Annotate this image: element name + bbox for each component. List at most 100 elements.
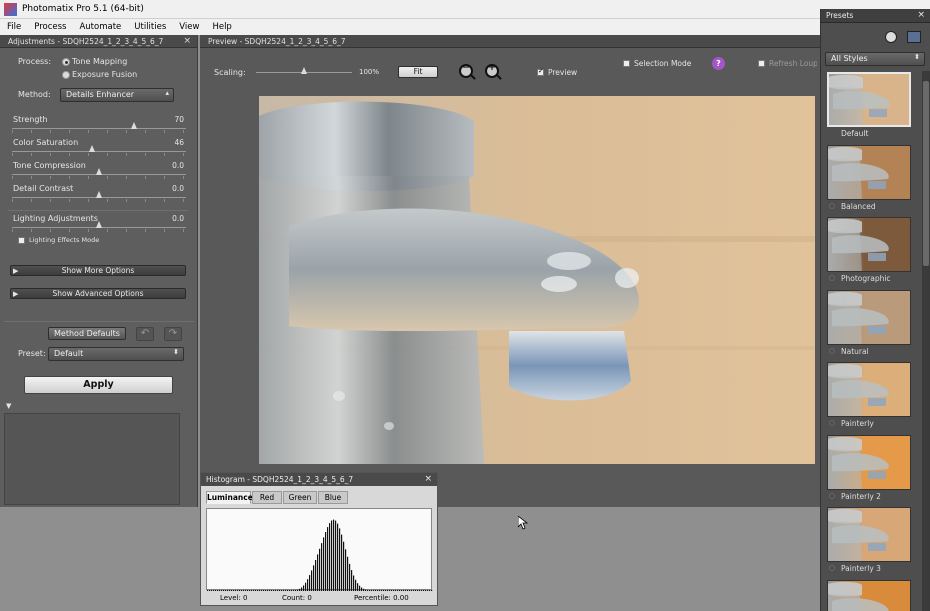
histogram-bar — [283, 589, 285, 591]
preset-thumbnail[interactable] — [827, 144, 911, 200]
menu-utilities[interactable]: Utilities — [127, 19, 172, 32]
preset-label: Painterly 3 — [841, 564, 881, 573]
histogram-bar — [351, 570, 353, 591]
close-icon[interactable]: × — [183, 36, 191, 46]
preset-radio[interactable] — [829, 347, 835, 354]
help-icon[interactable]: ? — [712, 57, 725, 70]
preset-thumbnail[interactable] — [827, 434, 911, 490]
preview-image[interactable] — [259, 96, 815, 464]
preset-thumbnail[interactable] — [827, 289, 911, 345]
presets-title: Presets — [826, 11, 854, 20]
exposure-fusion-label: Exposure Fusion — [72, 70, 138, 79]
histogram-bar — [327, 527, 329, 591]
histogram-graph — [206, 508, 433, 591]
preset-radio[interactable] — [829, 492, 835, 499]
grid-view-icon[interactable] — [907, 31, 921, 43]
triangle-right-icon: ▶ — [13, 267, 19, 275]
lighting-adjustments-slider[interactable] — [96, 221, 102, 228]
fit-button[interactable]: Fit — [398, 66, 438, 78]
preset-radio[interactable] — [829, 202, 835, 209]
method-select[interactable]: Details Enhancer ▴ — [60, 88, 174, 102]
histogram-bar — [365, 589, 367, 591]
histogram-bar — [239, 589, 241, 591]
menu-file[interactable]: File — [0, 19, 27, 32]
tab-luminance[interactable]: Luminance — [206, 491, 253, 504]
tone-compression-ticks — [12, 176, 186, 179]
zoom-in-icon[interactable]: + — [485, 63, 499, 78]
histogram-bar — [383, 589, 385, 591]
apply-button[interactable]: Apply — [24, 376, 173, 394]
histogram-bar — [397, 589, 399, 591]
histogram-bar — [387, 589, 389, 591]
method-defaults-button[interactable]: Method Defaults — [48, 327, 126, 340]
histogram-bar — [241, 589, 243, 591]
zoom-out-icon[interactable]: − — [459, 63, 473, 78]
presets-header: Presets × — [821, 9, 930, 23]
menu-automate[interactable]: Automate — [72, 19, 127, 32]
tab-green[interactable]: Green — [283, 491, 317, 504]
color-saturation-slider[interactable] — [89, 145, 96, 152]
histogram-bar — [377, 589, 379, 591]
undo-icon[interactable]: ↶ — [136, 327, 154, 341]
app-logo-icon — [4, 3, 17, 16]
show-advanced-options-button[interactable]: ▶ Show Advanced Options — [10, 288, 186, 299]
method-value: Details Enhancer — [66, 90, 135, 99]
preset-radio[interactable] — [829, 565, 835, 571]
preset-label: Natural — [841, 346, 869, 356]
lighting-mode-checkbox[interactable] — [18, 237, 25, 244]
preset-thumbnail[interactable] — [827, 72, 911, 127]
histogram-panel: Histogram - SDQH2524_1_2_3_4_5_6_7 × Lum… — [200, 472, 438, 606]
histogram-bar — [349, 563, 351, 591]
preset-radio[interactable] — [829, 275, 835, 281]
scaling-slider[interactable] — [301, 67, 307, 74]
histogram-bar — [219, 589, 221, 591]
detail-contrast-ticks — [12, 199, 186, 202]
histogram-bar — [271, 589, 273, 591]
preset-thumbnail[interactable] — [827, 507, 911, 562]
radio-exposure-fusion[interactable] — [62, 71, 70, 79]
menu-process[interactable]: Process — [27, 19, 72, 32]
histogram-bar — [323, 537, 325, 591]
histogram-bar — [293, 589, 295, 591]
histogram-bars — [207, 519, 433, 591]
refresh-loupe-checkbox[interactable] — [758, 60, 765, 67]
histogram-bar — [413, 589, 415, 591]
preset-thumbnail[interactable] — [827, 362, 911, 417]
scroll-thumb[interactable] — [923, 81, 929, 266]
strength-slider[interactable] — [130, 122, 137, 129]
histogram-bar — [419, 589, 421, 591]
histogram-bar — [299, 588, 301, 591]
updown-arrow-icon: ⬍ — [173, 348, 179, 356]
menu-view[interactable]: View — [172, 19, 205, 32]
preset-thumbnail[interactable] — [827, 217, 911, 272]
selection-mode-checkbox[interactable] — [623, 60, 630, 67]
histogram-bar — [303, 585, 305, 591]
histogram-bar — [217, 589, 219, 591]
preset-radio[interactable] — [829, 420, 835, 426]
close-icon[interactable]: × — [424, 474, 432, 484]
histogram-bar — [325, 532, 327, 591]
show-more-options-button[interactable]: ▶ Show More Options — [10, 265, 186, 276]
preview-checkbox[interactable] — [537, 67, 544, 76]
preset-select[interactable]: Default ⬍ — [48, 347, 184, 361]
close-icon[interactable]: × — [917, 10, 925, 20]
preset-faucet-thumb — [828, 508, 889, 561]
menu-help[interactable]: Help — [205, 19, 237, 32]
add-preset-icon[interactable] — [885, 31, 897, 43]
presets-scrollbar[interactable] — [922, 71, 930, 611]
title-bar: Photomatix Pro 5.1 (64-bit) — [0, 0, 930, 19]
style-filter-select[interactable]: All Styles ⬍ — [825, 52, 925, 66]
radio-tone-mapping[interactable] — [62, 58, 70, 66]
histogram-bar — [305, 582, 307, 591]
detail-contrast-slider[interactable] — [96, 191, 102, 198]
histogram-bar — [279, 589, 281, 591]
minus-glyph: − — [462, 63, 470, 73]
tab-red[interactable]: Red — [252, 491, 282, 504]
redo-icon[interactable]: ↷ — [164, 327, 182, 341]
histogram-title: Histogram - SDQH2524_1_2_3_4_5_6_7 — [206, 475, 354, 484]
tab-blue[interactable]: Blue — [318, 491, 348, 504]
preset-thumbnail[interactable] — [827, 579, 911, 611]
histogram-bar — [337, 523, 339, 591]
loupe-toggle-icon[interactable]: ▼ — [6, 402, 11, 410]
tone-compression-slider[interactable] — [96, 168, 102, 175]
